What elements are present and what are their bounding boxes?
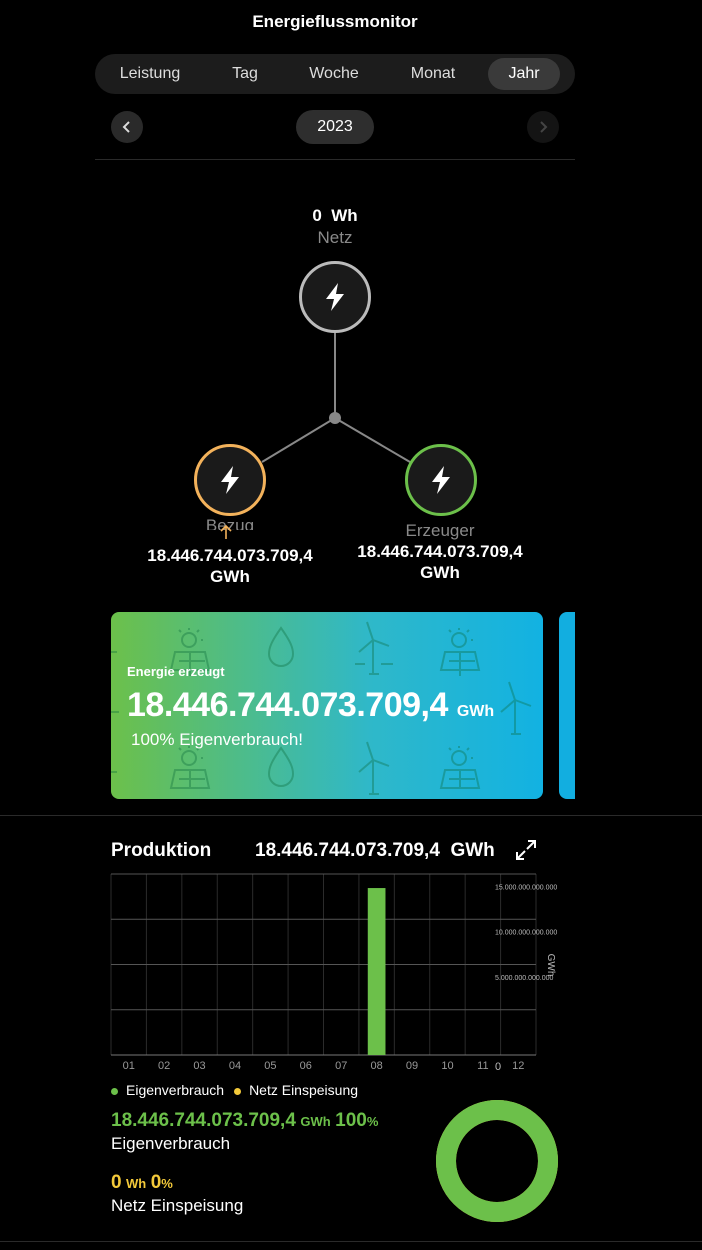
consumer-unit: GWh	[210, 567, 250, 586]
tab-jahr[interactable]: Jahr	[488, 58, 560, 90]
y-tick-label: 0	[495, 1061, 501, 1073]
grid-node[interactable]	[299, 261, 371, 333]
x-tick-label: 03	[193, 1060, 205, 1072]
producer-node[interactable]	[405, 444, 477, 516]
consumer-node[interactable]	[194, 444, 266, 516]
tab-monat[interactable]: Monat	[385, 58, 481, 90]
self-consumption-unit: GWh	[300, 1114, 331, 1129]
y-axis-label: GWh	[545, 954, 556, 977]
chart-legend: Eigenverbrauch Netz Einspeisung	[111, 1082, 358, 1098]
chevron-right-icon	[540, 121, 548, 133]
legend-label: Netz Einspeisung	[249, 1082, 359, 1098]
grid-value: 0 Wh	[255, 206, 415, 226]
producer-value: 18.446.744.073.709,4	[357, 542, 523, 561]
x-tick-label: 05	[264, 1060, 276, 1072]
y-tick-label: 5.000.000.000.000	[495, 975, 553, 982]
bar-eigenverbrauch	[367, 888, 386, 1055]
production-total-value: 18.446.744.073.709,4	[255, 840, 440, 861]
divider	[0, 1241, 702, 1242]
energy-produced-card[interactable]: Energie erzeugt 18.446.744.073.709,4 GWh…	[111, 612, 543, 799]
x-tick-label: 11	[477, 1060, 488, 1072]
producer-label: Erzeuger	[405, 521, 475, 540]
producer-unit: GWh	[420, 563, 460, 582]
percent-sign: %	[366, 1114, 379, 1129]
share-donut-chart	[436, 1100, 558, 1222]
percent-sign: %	[161, 1176, 173, 1191]
grid-feed-percent: 0	[150, 1172, 162, 1193]
self-consumption-label: Eigenverbrauch	[111, 1134, 231, 1153]
next-year-button[interactable]	[527, 111, 559, 143]
page-title: Energieflussmonitor	[252, 12, 418, 31]
tab-tag[interactable]: Tag	[199, 58, 291, 90]
self-consumption-value: 18.446.744.073.709,4	[111, 1110, 296, 1131]
grid-value-unit: Wh	[331, 206, 358, 225]
production-total: 18.446.744.073.709,4 GWh	[255, 840, 495, 862]
self-consumption-percent: 100	[335, 1110, 367, 1131]
grid-feed-label: Netz Einspeisung	[111, 1196, 244, 1215]
lightning-icon	[432, 466, 450, 494]
legend-label: Eigenverbrauch	[126, 1082, 225, 1098]
previous-year-button[interactable]	[111, 111, 143, 143]
legend-dot-yellow	[234, 1087, 242, 1095]
year-label: 2023	[296, 110, 374, 144]
x-tick-label: 02	[158, 1060, 170, 1072]
grid-feed-unit: Wh	[126, 1176, 147, 1191]
x-tick-label: 04	[229, 1060, 241, 1072]
chevron-left-icon	[122, 121, 130, 133]
x-tick-label: 07	[335, 1060, 347, 1072]
x-tick-label: 08	[371, 1060, 383, 1072]
period-tabbar: Leistung Tag Woche Monat Jahr	[95, 54, 575, 94]
production-bar-chart: 0 5.000.000.000.000 10.000.000.000.000 15.0…	[110, 873, 557, 1073]
consumer-value: 18.446.744.073.709,4	[147, 546, 313, 565]
grid-feed-value: 0	[111, 1172, 122, 1193]
x-tick-label: 09	[406, 1060, 418, 1072]
x-tick-label: 10	[441, 1060, 453, 1072]
next-card-peek[interactable]	[559, 612, 575, 799]
lightning-icon	[221, 466, 239, 494]
flow-lines	[261, 332, 411, 463]
card-value-unit: GWh	[456, 703, 495, 720]
x-tick-label: 01	[123, 1060, 135, 1072]
legend-item-netz-einspeisung[interactable]: Netz Einspeisung	[234, 1082, 358, 1098]
grid-label: Netz	[317, 228, 353, 247]
grid-value-number: 0	[312, 206, 322, 225]
y-tick-label: 10.000.000.000.000	[495, 930, 557, 937]
self-consumption-summary: 18.446.744.073.709,4 GWh 100%	[111, 1110, 378, 1132]
production-title: Produktion	[111, 840, 212, 861]
x-tick-label: 06	[300, 1060, 312, 1072]
grid-feed-summary: 0 Wh 0%	[111, 1172, 173, 1194]
donut-self-segment	[436, 1100, 558, 1222]
divider	[0, 815, 702, 816]
card-subtitle: 100% Eigenverbrauch!	[131, 730, 304, 749]
tab-woche[interactable]: Woche	[291, 58, 377, 90]
card-value-number: 18.446.744.073.709,4	[127, 686, 448, 724]
energy-flow-diagram: 0 Wh Netz Bezug 18.446.744.073.709,4 GWh…	[0, 160, 702, 600]
expand-icon[interactable]	[514, 838, 538, 862]
card-title: Energie erzeugt	[127, 664, 225, 679]
arrow-up-icon	[220, 524, 232, 539]
year-navigator: 2023	[111, 110, 559, 144]
y-tick-label: 15.000.000.000.000	[495, 884, 557, 891]
x-tick-label: 12	[512, 1060, 524, 1072]
production-total-unit: GWh	[450, 840, 495, 861]
tab-leistung[interactable]: Leistung	[101, 58, 199, 90]
lightning-icon	[326, 283, 344, 311]
legend-item-eigenverbrauch[interactable]: Eigenverbrauch	[111, 1082, 224, 1098]
legend-dot-green	[111, 1087, 118, 1095]
card-value: 18.446.744.073.709,4 GWh	[127, 686, 494, 725]
